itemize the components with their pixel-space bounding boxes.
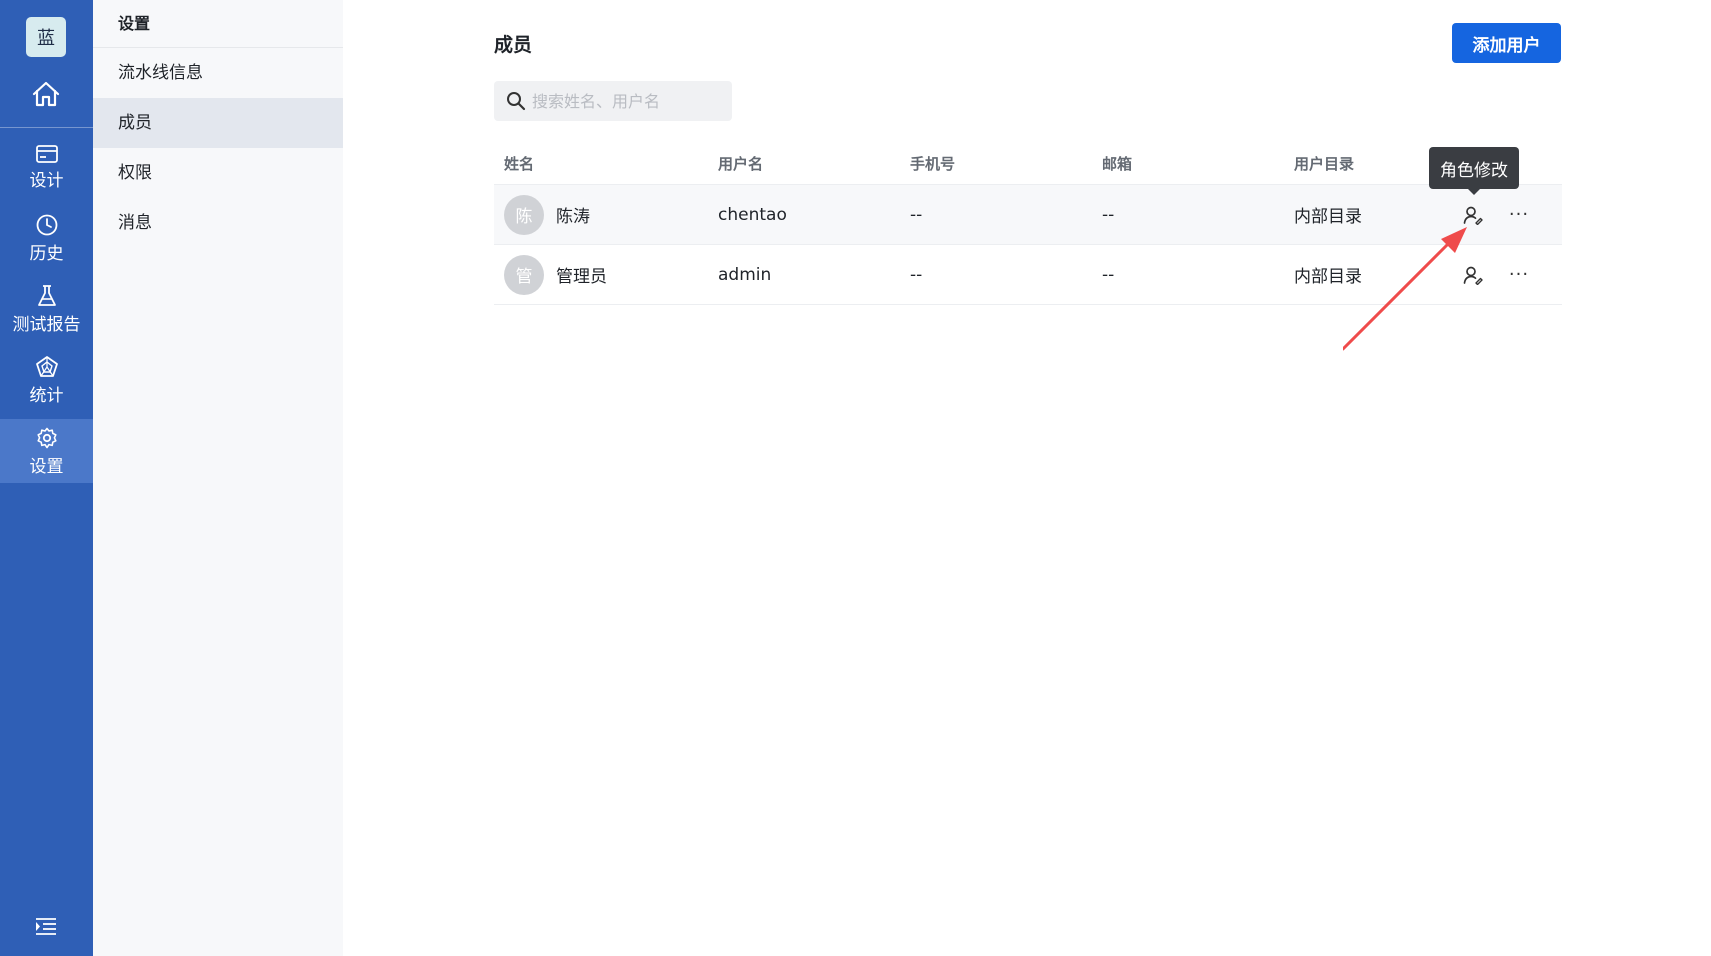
rail-item-label: 设置	[29, 456, 64, 477]
subnav-item-pipeline-info[interactable]: 流水线信息	[93, 48, 343, 98]
member-email: --	[1102, 204, 1115, 225]
member-phone: --	[910, 204, 923, 225]
member-email: --	[1102, 264, 1115, 285]
app-logo[interactable]: 蓝	[26, 17, 66, 57]
table-header: 姓名 用户名 手机号 邮箱 用户目录	[494, 143, 1562, 185]
member-phone: --	[910, 264, 923, 285]
more-actions-button[interactable]: ···	[1507, 203, 1531, 227]
members-page: 成员 添加用户 姓名 用户名 手机号 邮箱 用户目录 陈 陈涛 chentao …	[343, 0, 1711, 956]
member-name: 陈涛	[556, 207, 590, 227]
home-icon[interactable]	[26, 76, 66, 112]
column-header-name: 姓名	[504, 155, 535, 173]
flask-icon	[37, 284, 56, 306]
member-username: admin	[718, 264, 772, 285]
rail-item-label: 设计	[29, 170, 64, 191]
role-edit-tooltip: 角色修改	[1429, 147, 1519, 195]
rail-item-label: 历史	[29, 243, 64, 264]
page-title: 成员	[494, 34, 533, 56]
card-icon	[35, 144, 58, 163]
member-directory: 内部目录	[1294, 207, 1362, 227]
subnav-item-messages[interactable]: 消息	[93, 198, 343, 248]
member-name: 管理员	[556, 267, 607, 287]
settings-subnav: 设置 流水线信息 成员 权限 消息	[93, 0, 343, 956]
more-actions-button[interactable]: ···	[1507, 263, 1531, 287]
role-edit-icon[interactable]	[1461, 203, 1485, 227]
gear-icon	[36, 427, 57, 448]
collapse-menu-icon[interactable]	[34, 916, 58, 940]
rail-item-design[interactable]: 设计	[0, 135, 93, 199]
subnav-item-members[interactable]: 成员	[93, 98, 343, 148]
member-username: chentao	[718, 204, 787, 225]
clock-icon	[36, 214, 57, 235]
column-header-username: 用户名	[718, 155, 764, 173]
search-icon	[507, 92, 526, 111]
avatar: 管	[504, 254, 544, 295]
subnav-title: 设置	[93, 0, 343, 48]
add-user-button[interactable]: 添加用户	[1452, 23, 1561, 63]
annotation-arrow-icon	[1343, 227, 1467, 351]
search-input[interactable]	[532, 91, 722, 111]
rail-item-settings[interactable]: 设置	[0, 419, 93, 483]
pentagon-chart-icon	[35, 355, 58, 377]
rail-item-label: 统计	[29, 385, 64, 406]
column-header-phone: 手机号	[910, 155, 956, 173]
rail-item-statistics[interactable]: 统计	[0, 348, 93, 412]
left-rail: 蓝 设计 历史 测试报告 统计 设置	[0, 0, 93, 956]
column-header-email: 邮箱	[1102, 155, 1133, 173]
rail-item-test-report[interactable]: 测试报告	[0, 277, 93, 341]
search-box[interactable]	[494, 81, 732, 121]
rail-item-history[interactable]: 历史	[0, 206, 93, 270]
rail-item-label: 测试报告	[12, 314, 81, 335]
rail-divider	[0, 127, 93, 128]
avatar: 陈	[504, 194, 544, 235]
subnav-item-permissions[interactable]: 权限	[93, 148, 343, 198]
